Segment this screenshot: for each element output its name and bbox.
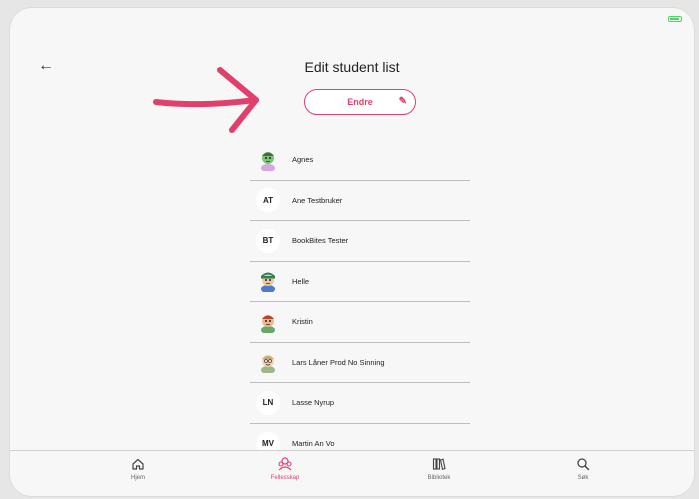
list-item[interactable]: Lars Låner Prod No Sinning — [250, 343, 470, 383]
student-name: Agnes — [292, 155, 314, 165]
list-item[interactable]: AT Ane Testbruker — [250, 181, 470, 221]
student-name: Kristin — [292, 317, 313, 327]
student-list: Agnes AT Ane Testbruker BT BookBites Tes… — [250, 140, 470, 464]
student-name: Lasse Nyrup — [292, 398, 335, 408]
list-item[interactable]: Kristin — [250, 302, 470, 343]
page-title: Edit student list — [304, 59, 400, 75]
tab-bibliotek[interactable]: Bibliotek — [399, 457, 479, 481]
pointer-arrow-icon — [153, 67, 259, 133]
tab-hjem[interactable]: Hjem — [98, 457, 178, 481]
community-icon — [278, 457, 292, 471]
avatar: LN — [256, 390, 280, 415]
avatar — [256, 148, 280, 172]
character-avatar-icon — [261, 272, 275, 293]
search-icon — [577, 458, 590, 471]
tab-fellesskap[interactable]: Fellesskap — [245, 457, 325, 481]
tab-bar: Hjem Fellesskap Bibliotek Søk — [10, 450, 694, 496]
avatar: BT — [256, 228, 280, 253]
battery-icon — [668, 16, 682, 22]
tab-label: Hjem — [130, 475, 145, 481]
home-icon — [132, 458, 144, 470]
edit-button[interactable]: Endre ✎ — [304, 89, 416, 115]
list-item[interactable]: LN Lasse Nyrup — [250, 383, 470, 424]
list-item[interactable]: BT BookBites Tester — [250, 221, 470, 262]
tab-label: Søk — [577, 475, 589, 481]
student-name: Lars Låner Prod No Sinning — [292, 357, 385, 367]
library-icon — [432, 458, 446, 471]
edit-button-label: Endre — [347, 97, 373, 107]
list-item[interactable]: Agnes — [250, 140, 470, 181]
avatar — [256, 350, 280, 374]
character-avatar-icon — [261, 314, 275, 333]
student-name: BookBites Tester — [292, 236, 349, 246]
student-name: Helle — [292, 276, 310, 286]
tab-label: Bibliotek — [427, 475, 451, 481]
character-avatar-icon — [261, 355, 275, 374]
list-item[interactable]: Helle — [250, 262, 470, 302]
tab-label: Fellesskap — [270, 475, 300, 481]
avatar: AT — [256, 188, 280, 213]
app-window: ← Edit student list Endre ✎ Agnes AT Ane… — [10, 8, 694, 496]
student-name: Martin An Vo — [292, 439, 335, 449]
avatar — [256, 269, 280, 293]
tab-sok[interactable]: Søk — [543, 457, 623, 481]
status-bar — [10, 8, 694, 30]
avatar — [256, 310, 280, 334]
student-name: Ane Testbruker — [292, 195, 343, 205]
pencil-icon: ✎ — [398, 96, 407, 107]
character-avatar-icon — [261, 151, 275, 171]
